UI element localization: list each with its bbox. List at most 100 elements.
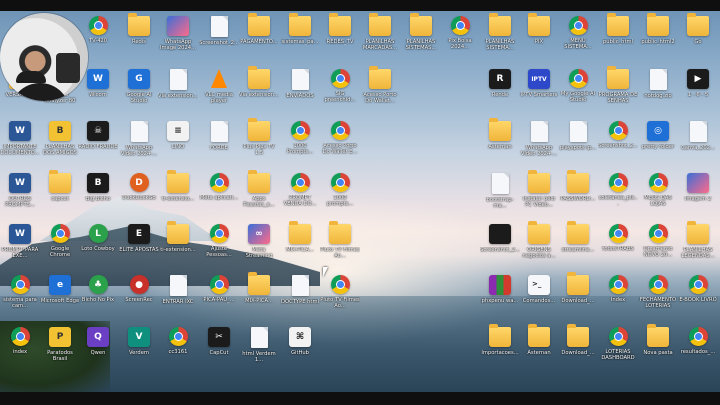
desktop-icon[interactable]: Pluto TV Filmes Ao... [320,275,360,323]
desktop-icon[interactable]: L Loto Cowboy [79,224,117,272]
desktop-icon[interactable]: WhatsApp Video 2024-... [520,121,558,169]
desktop-icon[interactable]: E-BOOK LIVRO [679,275,717,323]
desktop-icon[interactable]: ✂ CapCut [200,327,238,375]
desktop-icon[interactable]: WhatsApp Video 2024-... [120,121,158,169]
desktop-icon[interactable]: B Big Bicho [79,173,117,221]
desktop-icon[interactable]: Asternan [481,118,519,169]
desktop-icon[interactable]: index [1,327,39,375]
desktop-icon[interactable]: SIG preenchid... [321,69,359,117]
desktop-icon[interactable]: coletânea_pls... [599,173,637,221]
desktop-icon[interactable]: Via extension... [158,69,198,117]
desktop-icon[interactable]: Screenshot_2... [199,16,239,64]
desktop-icon[interactable]: Ajuste Pessoas... [200,224,238,272]
desktop-icon[interactable]: Plus Plus TV 1.5 [240,118,278,169]
desktop-icon[interactable]: D DuckDuckGo [120,173,158,221]
desktop-icon[interactable]: MEUS DAS LOJAS [639,173,677,221]
desktop-icon[interactable]: cc3161 [159,327,197,375]
desktop-icon[interactable]: Asternan [520,324,558,375]
desktop-icon[interactable]: ♣ Bicho No Pix [79,275,117,323]
desktop-icon[interactable]: W OUTROS PROMPTS... [1,173,39,221]
desktop-icon[interactable]: DOCTYPE html [281,275,319,323]
desktop-icon[interactable]: V Verdem [120,327,158,375]
desktop-icon[interactable]: ≡ LINO [159,121,197,169]
desktop-icon[interactable]: My Google AI Studio [559,69,597,117]
desktop-icon[interactable]: Canva_202... [679,121,717,169]
desktop-icon[interactable]: ∞ Meta Streaming [240,224,278,272]
desktop-icon[interactable]: ◎ pretty folder [639,121,677,169]
desktop-icon[interactable]: Orçamento NOVO 20... [639,224,677,272]
desktop-icon[interactable]: hotdog.zip [639,69,677,117]
desktop-icon[interactable]: Screenshot_2... [598,121,638,169]
desktop-icon[interactable]: e Microsoft Edge [41,275,79,323]
desktop-icon[interactable]: 1000 Prompts... [281,121,319,169]
desktop-icon[interactable]: MENU SISTEMA... [559,16,597,64]
desktop-icon[interactable]: streamline... [559,221,597,272]
desktop-icon[interactable]: ▶ 1 - 6 - 5 [679,69,717,117]
desktop-icon[interactable]: PLANILHAS MARCADAS... [361,13,399,64]
desktop-icon[interactable]: Go [679,13,717,64]
desktop-icon[interactable]: R Rende [481,69,519,117]
desktop-icon[interactable]: FORDE [200,121,238,169]
desktop-icon[interactable]: playspots lp... [559,121,597,169]
desktop-icon[interactable]: Pluto TV Filmes Ao... [320,221,360,272]
desktop-icon[interactable]: todosTRABS [599,224,637,272]
desktop-icon[interactable]: G Google AI Studio [120,69,158,117]
desktop-icon[interactable]: VLC media player [200,69,238,117]
desktop-icon[interactable]: Acesso Porto Do Wallet... [361,66,399,117]
desktop-icon[interactable]: Download_... [559,324,597,375]
desktop-icon[interactable]: PLANILHAS LEGENDAS... [679,221,717,272]
desktop-icon[interactable]: Meta aplicati... [200,173,238,221]
desktop-icon[interactable]: Imagem 2 [679,173,717,221]
desktop-icon[interactable]: Comandos... [520,275,558,323]
desktop-icon[interactable]: E ELITE APOSTAS [119,224,159,272]
desktop-icon[interactable]: sistemas_pa... [281,13,319,64]
desktop-icon[interactable]: Download_... [559,272,597,323]
desktop-icon[interactable]: PASSWORD... [559,170,597,221]
desktop-icon[interactable]: P Paratodos Brasil [41,327,79,375]
desktop-icon[interactable]: FECHAMENTO LOTERIAS [639,275,677,323]
desktop-icon[interactable]: phxpenu wa... [481,275,519,323]
desktop-icon[interactable]: PIX [520,13,558,64]
desktop-icon[interactable]: html Verdem 1... [240,327,278,375]
desktop-icon[interactable]: ENTRAR IXC [159,275,197,323]
desktop-icon[interactable]: PLANILHAS SISTEMAS... [402,13,440,64]
desktop-icon[interactable]: Pix Bolsa 2024... [441,16,479,64]
desktop-icon[interactable]: Acesso Porto Do Wallet E... [321,121,359,169]
desktop-icon[interactable]: ORIGENS negocios a... [520,221,558,272]
desktop-icon[interactable]: public_html2 [639,13,677,64]
desktop-icon[interactable]: Âpps Pessoas_a... [240,170,278,221]
desktop-icon[interactable]: PICA-PAU_... [200,275,238,323]
desktop-icon[interactable]: PROGRAMA DE SENHAS [599,66,637,117]
desktop-icon[interactable]: Google Chrome [41,224,79,272]
desktop-icon[interactable]: Q Qwen [79,327,117,375]
desktop-icon[interactable]: PLANILHAS SISTEMA... [481,13,519,64]
desktop-icon[interactable]: ● ScreenRec [120,275,158,323]
desktop-icon[interactable]: Screenshot_2... [480,224,520,272]
desktop-icon[interactable]: PROMPT VENDA DO... [281,173,319,221]
desktop-icon[interactable]: W Wicom [79,69,117,117]
desktop-icon[interactable]: Instalar pelo PC Video... [520,170,558,221]
desktop-icon[interactable]: resultados_... [679,327,717,375]
desktop-icon[interactable]: sistema para cam... [1,275,39,323]
desktop-icon[interactable]: W PROMPT PARA EXE... [1,224,39,272]
desktop-icon[interactable]: ti-extensio... [159,170,197,221]
desktop-icon[interactable]: Nova pasta [639,324,677,375]
desktop-icon[interactable]: bootstrap-ma... [481,173,519,221]
desktop-icon[interactable]: PAGAMENTO... [240,13,278,64]
desktop-icon[interactable]: MIX-PICA... [240,272,278,323]
desktop-icon[interactable]: MIX-PICA... [281,221,319,272]
desktop-icon[interactable]: capcut [41,170,79,221]
desktop-icon[interactable]: WhatsApp Image 2024... [159,16,197,64]
desktop-icon[interactable]: Importacoes... [481,324,519,375]
desktop-icon[interactable]: ENVIADOS [281,69,319,117]
desktop-icon[interactable]: ⌘ GitHub [281,327,319,375]
desktop-icon[interactable]: W IMPORTANTE DOCUMENTO... [0,121,40,169]
desktop-icon[interactable]: REDES_TV [321,13,359,64]
desktop-icon[interactable]: B PLANILHAS DOS AMIGOS [41,121,79,169]
desktop-icon[interactable]: LOTERIAS DASHBOARD [599,327,637,375]
desktop-icon[interactable]: ti-extension... [159,221,197,272]
desktop-icon[interactable]: Redis [120,13,158,64]
desktop-icon[interactable]: Via extension... [239,66,279,117]
desktop-icon[interactable]: IPTV IPTV Smarters [520,69,558,117]
desktop-icon[interactable]: 1000 prompts... [321,173,359,221]
